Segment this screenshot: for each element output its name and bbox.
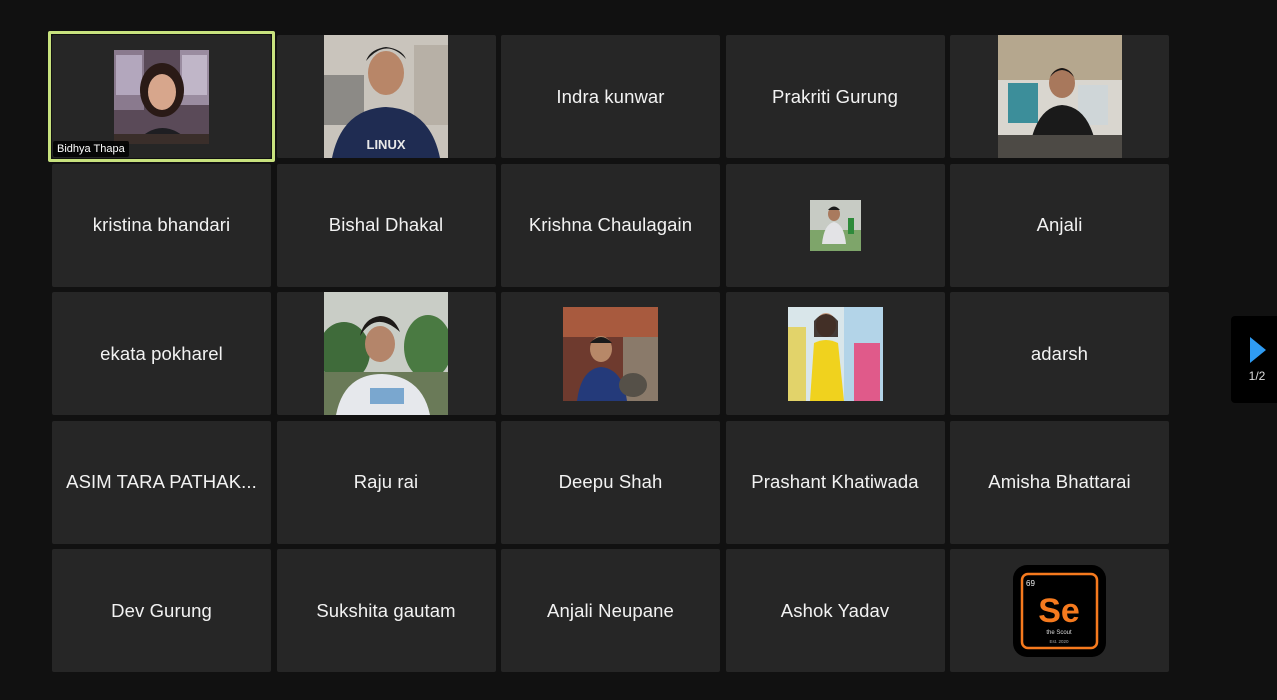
participant-name: Anjali xyxy=(1036,214,1083,235)
participant-photo xyxy=(997,35,1122,158)
participant-tile[interactable]: Prashant Khatiwada xyxy=(725,420,945,544)
participant-tile[interactable] xyxy=(950,35,1169,158)
participant-name: Bishal Dhakal xyxy=(328,214,444,235)
participant-tile[interactable]: Raju rai xyxy=(276,420,496,544)
participant-photo xyxy=(324,292,448,415)
participant-tile[interactable]: ekata pokharel xyxy=(52,292,271,415)
participant-tile[interactable]: Dev Gurung xyxy=(52,549,271,672)
participant-name: Sukshita gautam xyxy=(316,599,456,621)
participant-name-label: Bidhya Thapa xyxy=(53,141,129,157)
participant-name: ASIM TARA PATHAK... xyxy=(66,471,257,492)
participant-name: Indra kunwar xyxy=(556,85,665,107)
logo-number: 69 xyxy=(1026,579,1035,588)
participant-name: Raju rai xyxy=(353,471,419,492)
logo-footer: Est. 2020 xyxy=(1049,639,1069,644)
participant-name: kristina bhandari xyxy=(92,214,231,235)
participant-name: Prakriti Gurung xyxy=(772,85,898,107)
participant-tile[interactable]: Deepu Shah xyxy=(501,420,720,544)
shirt-text: LINUX xyxy=(367,137,406,152)
participant-name: Ashok Yadav xyxy=(780,599,890,621)
participant-tile[interactable]: 69 Se the Scout Est. 2020 xyxy=(950,549,1169,672)
participant-name: Dev Gurung xyxy=(111,599,212,621)
participant-name: Deepu Shah xyxy=(558,471,663,492)
participant-tile[interactable]: Krishna Chaulagain xyxy=(501,163,720,287)
participant-tile[interactable]: Prakriti Gurung xyxy=(725,35,945,158)
participant-photo xyxy=(563,306,658,401)
participant-tile[interactable]: kristina bhandari xyxy=(52,163,271,287)
participant-photo: LINUX xyxy=(324,35,448,158)
participant-photo xyxy=(787,306,883,401)
participant-tile[interactable]: Indra kunwar xyxy=(501,35,720,158)
participant-name: ekata pokharel xyxy=(100,342,223,364)
selenium-logo: 69 Se the Scout Est. 2020 xyxy=(1013,564,1106,657)
participant-tile[interactable]: Anjali xyxy=(950,163,1169,287)
participant-tile[interactable]: Amisha Bhattarai xyxy=(950,420,1169,544)
logo-symbol: Se xyxy=(1038,592,1080,630)
participant-name: Prashant Khatiwada xyxy=(751,471,919,492)
participant-video xyxy=(114,49,209,144)
participant-name: Krishna Chaulagain xyxy=(528,214,693,235)
participant-tile[interactable]: Anjali Neupane xyxy=(501,549,720,672)
participant-name: Amisha Bhattarai xyxy=(988,471,1131,492)
chevron-right-icon xyxy=(1250,336,1266,363)
participant-tile[interactable]: Bishal Dhakal xyxy=(276,163,496,287)
participant-tile[interactable] xyxy=(725,292,945,415)
participant-tile[interactable] xyxy=(725,163,945,287)
participant-tile[interactable] xyxy=(276,292,496,415)
next-page-button[interactable]: 1/2 xyxy=(1231,316,1277,403)
participant-tile[interactable]: ASIM TARA PATHAK... xyxy=(52,420,271,544)
participant-tile[interactable]: Sukshita gautam xyxy=(276,549,496,672)
participant-gallery: Bidhya Thapa LINUX Indra kunwar Prakriti… xyxy=(48,31,1169,672)
participant-name: adarsh xyxy=(1030,342,1089,364)
participant-name: Anjali Neupane xyxy=(547,599,674,621)
page-indicator: 1/2 xyxy=(1248,368,1266,383)
participant-tile[interactable]: Ashok Yadav xyxy=(725,549,945,672)
logo-subtitle: the Scout xyxy=(1046,630,1072,636)
participant-tile[interactable]: LINUX xyxy=(276,35,496,158)
participant-photo xyxy=(809,199,861,251)
participant-tile[interactable]: adarsh xyxy=(950,292,1169,415)
participant-tile[interactable]: Bidhya Thapa xyxy=(48,31,275,162)
participant-tile[interactable] xyxy=(501,292,720,415)
